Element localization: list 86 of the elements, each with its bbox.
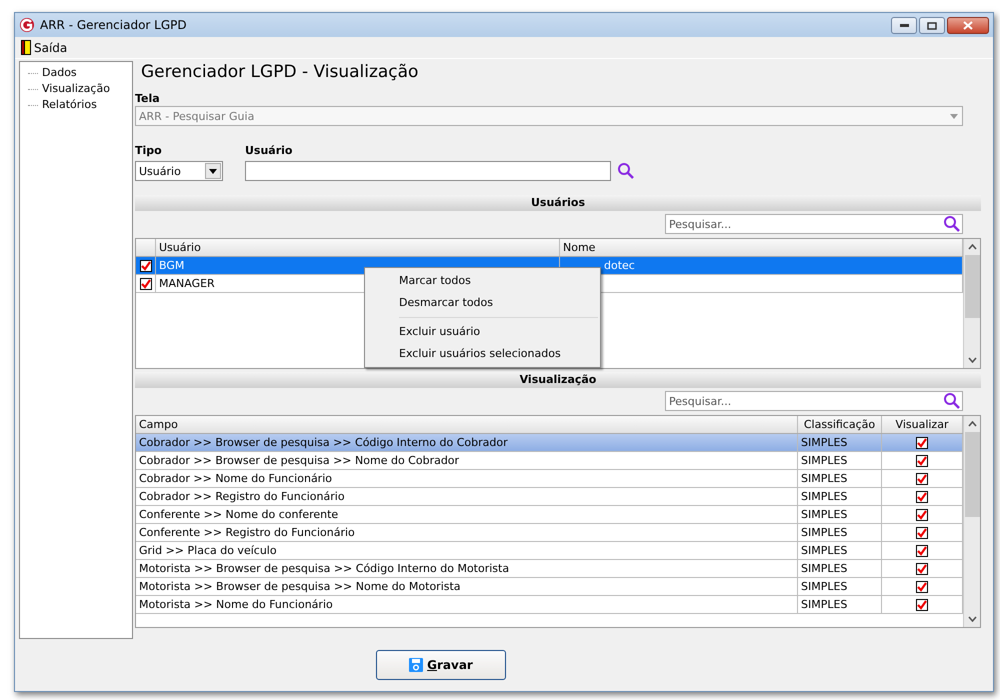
column-header[interactable]: Usuário — [156, 239, 560, 256]
table-row[interactable]: Motorista >> Browser de pesquisa >> Nome do Motorista SIMPLES — [136, 578, 963, 596]
table-cell: SIMPLES — [798, 434, 882, 451]
section-header: Visualização — [135, 372, 981, 388]
app-logo-icon — [19, 17, 35, 33]
checkbox[interactable] — [916, 544, 928, 556]
checkbox[interactable] — [916, 454, 928, 466]
search-icon — [943, 392, 961, 410]
table-row[interactable]: Conferente >> Registro do Funcionário SIMPLES — [136, 524, 963, 542]
field-label: Tipo — [135, 144, 163, 158]
checkbox[interactable] — [916, 490, 928, 502]
scrollbar[interactable] — [963, 239, 980, 368]
scrollbar-thumb[interactable] — [964, 255, 980, 318]
table-cell: Motorista >> Browser de pesquisa >> Nome do Motorista — [136, 578, 798, 595]
table-cell: Cobrador >> Browser de pesquisa >> Nome do Cobrador — [136, 452, 798, 469]
tree-item[interactable]: Relatórios — [20, 97, 132, 113]
table-cell: SIMPLES — [798, 596, 882, 613]
table-cell: SIMPLES — [798, 524, 882, 541]
table-cell: SIMPLES — [798, 542, 882, 559]
table-cell: SIMPLES — [798, 506, 882, 523]
table-cell: SIMPLES — [798, 452, 882, 469]
table-cell: Motorista >> Nome do Funcionário — [136, 596, 798, 613]
table-cell: SIMPLES — [798, 560, 882, 577]
table-cell: Cobrador >> Registro do Funcionário — [136, 488, 798, 505]
scroll-down-icon — [968, 357, 976, 363]
table-row[interactable]: Conferente >> Nome do conferente SIMPLES — [136, 506, 963, 524]
minimize-button[interactable] — [891, 17, 917, 34]
table-row[interactable]: Motorista >> Browser de pesquisa >> Código Interno do Motorista SIMPLES — [136, 560, 963, 578]
scroll-down-icon — [968, 616, 976, 622]
window-title: ARR - Gerenciador LGPD — [40, 18, 188, 32]
table-cell: SIMPLES — [798, 470, 882, 487]
column-header[interactable]: Campo — [136, 416, 798, 433]
table-cell: Conferente >> Registro do Funcionário — [136, 524, 798, 541]
table-row[interactable]: Motorista >> Nome do Funcionário SIMPLES — [136, 596, 963, 614]
search-icon — [617, 162, 635, 180]
menu-item[interactable]: Excluir usuário — [367, 321, 598, 343]
close-icon — [963, 21, 973, 30]
checkbox[interactable] — [916, 508, 928, 520]
maximize-icon — [927, 22, 937, 30]
checkbox[interactable] — [916, 472, 928, 484]
close-button[interactable] — [947, 17, 989, 34]
menu-item[interactable]: Saída — [19, 40, 70, 55]
caret-icon — [950, 114, 958, 118]
exit-door-icon — [21, 40, 31, 55]
maximize-button[interactable] — [919, 17, 945, 34]
table-cell: Cobrador >> Browser de pesquisa >> Código Interno do Cobrador — [136, 434, 798, 451]
checkbox[interactable] — [916, 598, 928, 610]
field-label: Tela — [135, 92, 161, 106]
minimize-icon — [900, 24, 908, 27]
checkbox[interactable] — [916, 526, 928, 538]
table-cell: Cobrador >> Nome do Funcionário — [136, 470, 798, 487]
save-button[interactable]: Gravar — [376, 650, 506, 680]
menu-item[interactable]: Desmarcar todos — [367, 292, 598, 314]
search-icon — [943, 215, 961, 233]
menu-item[interactable]: Excluir usuários selecionados — [367, 343, 598, 365]
scrollbar-thumb[interactable] — [964, 432, 980, 517]
table-row[interactable]: Cobrador >> Browser de pesquisa >> Nome do Cobrador SIMPLES — [136, 452, 963, 470]
search-field[interactable]: Pesquisar... — [665, 391, 963, 411]
page-heading: Gerenciador LGPD - Visualização — [141, 62, 420, 82]
table-row[interactable]: Cobrador >> Registro do Funcionário SIMPLES — [136, 488, 963, 506]
section-header: Usuários — [135, 195, 981, 211]
checkbox[interactable] — [916, 562, 928, 574]
checkbox[interactable] — [916, 580, 928, 592]
table-cell: Motorista >> Browser de pesquisa >> Código Interno do Motorista — [136, 560, 798, 577]
scroll-up-icon — [968, 421, 976, 427]
table-row[interactable]: Grid >> Placa do veículo SIMPLES — [136, 542, 963, 560]
scroll-up-icon — [968, 244, 976, 250]
tree-item[interactable]: Dados — [20, 65, 132, 81]
search-field[interactable]: Pesquisar... — [665, 214, 963, 234]
checkbox[interactable] — [916, 436, 928, 448]
table-cell: SIMPLES — [798, 488, 882, 505]
screen-dropdown[interactable]: ARR - Pesquisar Guia — [135, 106, 963, 126]
field-label: Usuário — [245, 144, 294, 158]
checkbox[interactable] — [140, 260, 152, 272]
user-input-field[interactable] — [245, 161, 611, 181]
table-row[interactable]: Cobrador >> Browser de pesquisa >> Código Interno do Cobrador SIMPLES — [136, 434, 963, 452]
column-header[interactable]: Classificação — [798, 416, 882, 433]
table-cell: Grid >> Placa do veículo — [136, 542, 798, 559]
type-dropdown[interactable]: Usuário — [135, 161, 223, 181]
table-cell: Conferente >> Nome do conferente — [136, 506, 798, 523]
scrollbar[interactable] — [963, 416, 980, 627]
table-row[interactable]: Cobrador >> Nome do Funcionário SIMPLES — [136, 470, 963, 488]
checkbox[interactable] — [140, 278, 152, 290]
caret-icon — [209, 168, 217, 174]
tree-item[interactable]: Visualização — [20, 81, 132, 97]
table-cell: SIMPLES — [798, 578, 882, 595]
